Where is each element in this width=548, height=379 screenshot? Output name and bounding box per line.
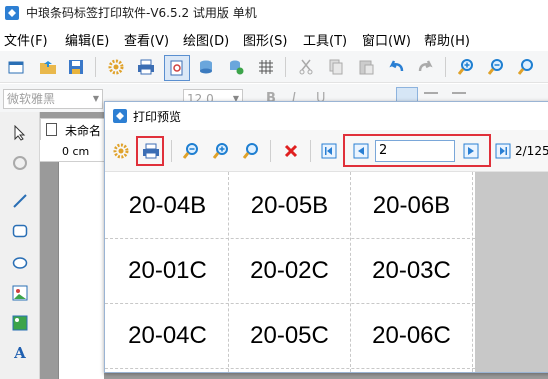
database-settings-icon[interactable]	[224, 55, 248, 79]
print-settings-gear-icon[interactable]	[109, 139, 133, 163]
page-count-label: 2/125	[515, 144, 548, 158]
document-icon	[46, 123, 57, 136]
menu-tools[interactable]: 工具(T)	[303, 30, 347, 49]
toolbar-separator	[270, 140, 271, 162]
grid-divider	[350, 172, 351, 372]
label-cell: 20-05B	[250, 192, 329, 219]
dialog-title-bar: 打印预览	[105, 102, 548, 130]
toolbar-separator	[310, 140, 311, 162]
print-preview-icon[interactable]	[164, 55, 190, 81]
cut-icon[interactable]	[294, 55, 318, 79]
title-bar: 中琅条码标签打印软件-V6.5.2 试用版 单机	[0, 0, 548, 26]
ellipse-tool-icon[interactable]	[9, 252, 31, 274]
label-cell: 20-04B	[128, 192, 207, 219]
zoom-in-icon[interactable]	[454, 55, 478, 79]
close-preview-icon[interactable]	[279, 139, 303, 163]
toolbar-separator	[445, 57, 446, 77]
grid-divider	[105, 303, 475, 304]
preview-zoom-fit-icon[interactable]	[239, 139, 263, 163]
rounded-rect-tool-icon[interactable]	[9, 220, 31, 242]
paste-icon[interactable]	[354, 55, 378, 79]
page-navigation-highlight	[343, 134, 491, 167]
label-cell: 20-04C	[128, 322, 207, 349]
zoom-fit-icon[interactable]	[514, 55, 538, 79]
grid-divider	[105, 238, 475, 239]
label-cell: 20-03C	[372, 257, 451, 284]
settings-gear-icon[interactable]	[104, 55, 128, 79]
font-name-value: 微软雅黑	[7, 92, 56, 106]
menu-file[interactable]: 文件(F)	[4, 30, 48, 49]
print-button-highlight	[136, 136, 164, 166]
label-cell: 20-06B	[372, 192, 451, 219]
document-page-edge	[58, 162, 104, 379]
image-tool-icon[interactable]	[9, 282, 31, 304]
preview-zoom-in-icon[interactable]	[209, 139, 233, 163]
save-icon[interactable]	[64, 55, 88, 79]
open-folder-icon[interactable]	[36, 55, 60, 79]
ruler-origin-label: 0 cm	[62, 145, 90, 158]
menu-edit[interactable]: 编辑(E)	[65, 30, 109, 49]
grid-divider	[228, 172, 229, 372]
window-title: 中琅条码标签打印软件-V6.5.2 试用版 单机	[26, 6, 257, 20]
toolbar-separator	[171, 140, 172, 162]
toolbar-separator	[95, 57, 96, 77]
preview-zoom-out-icon[interactable]	[179, 139, 203, 163]
label-cell: 20-06C	[372, 322, 451, 349]
font-name-select[interactable]: 微软雅黑 ▼	[3, 89, 103, 109]
undo-icon[interactable]	[384, 55, 408, 79]
text-tool-icon[interactable]: A	[9, 342, 31, 364]
new-document-icon[interactable]	[4, 55, 28, 79]
last-page-icon[interactable]	[491, 139, 515, 163]
grid-icon[interactable]	[254, 55, 278, 79]
redo-icon[interactable]	[414, 55, 438, 79]
first-page-icon[interactable]	[317, 139, 341, 163]
zoom-out-icon[interactable]	[484, 55, 508, 79]
menu-shape[interactable]: 图形(S)	[243, 30, 287, 49]
main-toolbar	[0, 51, 548, 83]
line-tool-icon[interactable]	[9, 190, 31, 212]
picture-tool-icon[interactable]	[9, 312, 31, 334]
label-preview-grid: 20-04B 20-05B 20-06B 20-01C 20-02C 20-03…	[105, 172, 475, 372]
menu-window[interactable]: 窗口(W)	[362, 30, 411, 49]
copy-icon[interactable]	[324, 55, 348, 79]
document-tab-label: 未命名	[65, 124, 102, 138]
tool-palette: A	[0, 112, 40, 379]
grid-divider	[105, 368, 475, 369]
dialog-logo-icon	[113, 109, 127, 123]
menu-draw[interactable]: 绘图(D)	[183, 30, 229, 49]
label-cell: 20-01C	[128, 257, 207, 284]
select-arrow-icon[interactable]	[9, 122, 31, 144]
label-cell: 20-02C	[250, 257, 329, 284]
preview-toolbar: 2 2/125	[105, 130, 548, 172]
toolbar-separator	[285, 57, 286, 77]
rotate-icon[interactable]	[9, 152, 31, 174]
print-preview-dialog: 打印预览 2 2/125 20-04B 20-05B 20-06B 20-01C…	[104, 101, 548, 373]
database-icon[interactable]	[194, 55, 218, 79]
menu-bar: 文件(F) 编辑(E) 查看(V) 绘图(D) 图形(S) 工具(T) 窗口(W…	[0, 27, 548, 51]
label-cell: 20-05C	[250, 322, 329, 349]
grid-divider	[472, 172, 473, 372]
preview-background	[475, 172, 548, 372]
print-icon[interactable]	[134, 55, 158, 79]
menu-view[interactable]: 查看(V)	[124, 30, 169, 49]
document-tab[interactable]: 未命名	[40, 118, 110, 140]
dialog-title: 打印预览	[133, 110, 182, 124]
app-logo-icon	[4, 5, 20, 21]
menu-help[interactable]: 帮助(H)	[424, 30, 470, 49]
